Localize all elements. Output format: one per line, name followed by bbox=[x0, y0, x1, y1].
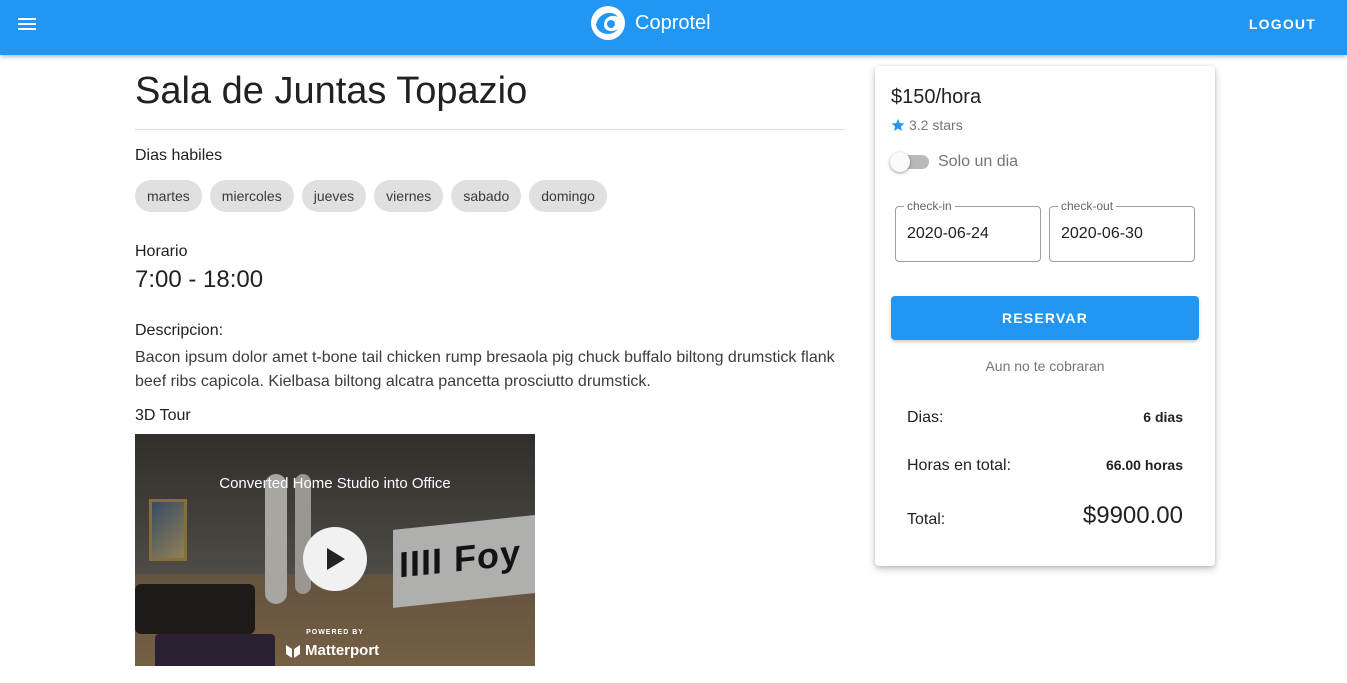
checkout-value[interactable]: 2020-06-30 bbox=[1061, 225, 1143, 243]
days-count-value: 6 dias bbox=[1143, 409, 1183, 425]
description-text: Bacon ipsum dolor amet t-bone tail chick… bbox=[135, 349, 835, 390]
play-button[interactable] bbox=[303, 527, 367, 591]
tour-3d-viewer[interactable]: IIII Foy Converted Home Studio into Offi… bbox=[135, 434, 535, 666]
day-chip[interactable]: martes bbox=[135, 180, 202, 212]
total-label: Total: bbox=[907, 511, 946, 528]
tour-label: 3D Tour bbox=[135, 407, 191, 424]
title-divider bbox=[135, 129, 845, 130]
day-chip[interactable]: viernes bbox=[374, 180, 444, 212]
checkout-field[interactable]: check-out 2020-06-30 bbox=[1049, 199, 1195, 262]
powered-by-text: POWERED BY bbox=[306, 629, 364, 636]
no-charge-notice: Aun no te cobraran bbox=[985, 358, 1105, 374]
total-hours-value: 66.00 horas bbox=[1105, 457, 1183, 473]
schedule-label: Horario bbox=[135, 243, 188, 260]
reserve-button[interactable]: RESERVAR bbox=[891, 296, 1199, 340]
page-title: Sala de Juntas Topazio bbox=[135, 70, 528, 112]
menu-icon[interactable] bbox=[8, 4, 48, 44]
tour-title: Converted Home Studio into Office bbox=[219, 475, 451, 492]
checkin-value[interactable]: 2020-06-24 bbox=[907, 225, 989, 243]
total-value: $9900.00 bbox=[1082, 502, 1183, 529]
coprotel-logo-icon bbox=[591, 6, 625, 40]
brand-name: Coprotel bbox=[635, 11, 711, 34]
rating: 3.2 stars bbox=[891, 117, 963, 133]
day-chip[interactable]: domingo bbox=[529, 180, 607, 212]
matterport-name: Matterport bbox=[305, 642, 380, 659]
matterport-icon bbox=[286, 644, 300, 658]
day-chip[interactable]: jueves bbox=[301, 180, 367, 212]
total-hours-label: Horas en total: bbox=[907, 457, 1012, 474]
brand[interactable]: Coprotel bbox=[590, 5, 711, 41]
star-icon bbox=[891, 118, 905, 131]
single-day-toggle[interactable]: Solo un dia bbox=[890, 152, 1019, 172]
description-label: Descripcion: bbox=[135, 322, 224, 339]
rating-text: 3.2 stars bbox=[909, 117, 963, 133]
checkin-field[interactable]: check-in 2020-06-24 bbox=[895, 199, 1041, 262]
toggle-switch[interactable] bbox=[890, 152, 929, 172]
day-chip[interactable]: miercoles bbox=[209, 180, 294, 212]
play-icon bbox=[327, 548, 345, 570]
day-chip[interactable]: sabado bbox=[451, 180, 522, 212]
days-chip-group: martes miercoles jueves viernes sabado d… bbox=[135, 180, 845, 212]
schedule-value: 7:00 - 18:00 bbox=[135, 266, 264, 293]
app-bar: Coprotel LOGOUT bbox=[0, 0, 1347, 55]
room-details: Sala de Juntas Topazio Dias habiles mart… bbox=[135, 55, 845, 666]
days-label: Dias habiles bbox=[135, 147, 223, 164]
toggle-thumb bbox=[890, 152, 910, 172]
single-day-label: Solo un dia bbox=[938, 153, 1019, 170]
booking-card: $150/hora 3.2 stars Solo un dia check-in… bbox=[875, 66, 1215, 566]
logout-button[interactable]: LOGOUT bbox=[1240, 14, 1325, 34]
matterport-logo: Matterport bbox=[285, 642, 379, 659]
checkin-label: check-in bbox=[904, 199, 955, 213]
checkout-label: check-out bbox=[1058, 199, 1117, 213]
price-per-hour: $150/hora bbox=[891, 86, 982, 108]
days-count-label: Dias: bbox=[907, 409, 944, 426]
